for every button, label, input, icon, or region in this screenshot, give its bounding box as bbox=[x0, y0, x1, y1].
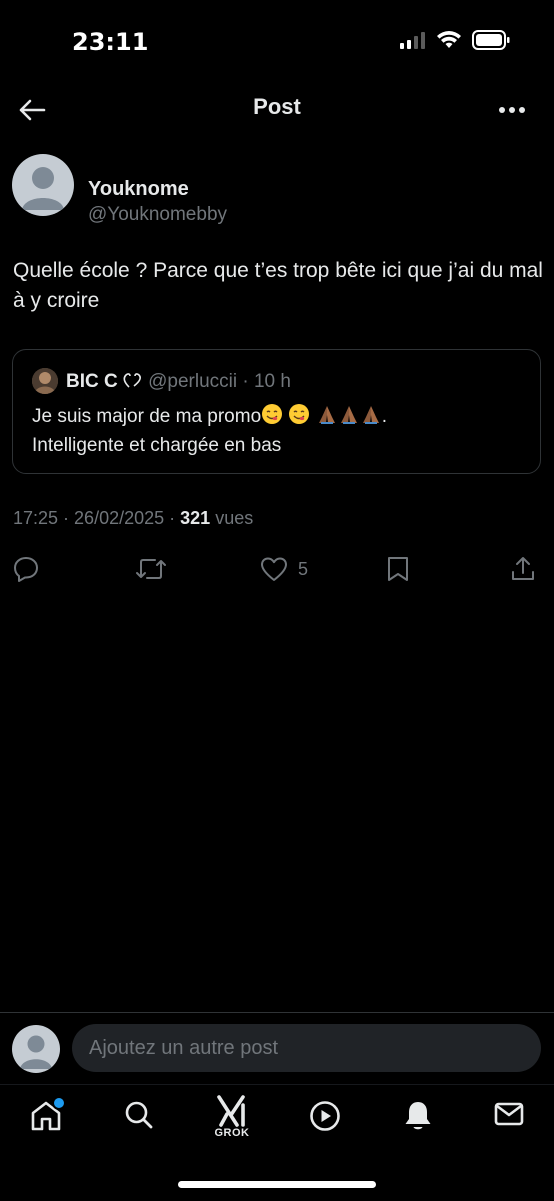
grok-icon bbox=[217, 1095, 245, 1127]
wifi-icon bbox=[437, 31, 461, 48]
author-handle[interactable]: @Youknomebby bbox=[88, 204, 227, 226]
share-icon bbox=[512, 557, 534, 580]
more-horizontal-icon bbox=[499, 107, 525, 113]
tab-messages[interactable] bbox=[486, 1099, 532, 1149]
post-text: Quelle école ? Parce que t’es trop bête … bbox=[13, 259, 543, 312]
page-title: Post bbox=[253, 94, 301, 119]
author-row[interactable]: Youknome @Youknomebby bbox=[12, 154, 542, 225]
bookmark-icon bbox=[388, 557, 408, 581]
bookmark-button[interactable] bbox=[386, 552, 410, 586]
quote-time: · 10 h bbox=[242, 371, 291, 392]
repost-icon bbox=[136, 559, 166, 579]
mail-icon bbox=[494, 1102, 524, 1126]
praying-hands-emoji-icon bbox=[362, 406, 379, 424]
repost-button[interactable] bbox=[135, 552, 167, 586]
more-options-button[interactable] bbox=[494, 92, 530, 128]
reply-icon bbox=[14, 557, 38, 582]
hearts-emoji-icon bbox=[123, 373, 141, 388]
current-user-avatar[interactable] bbox=[12, 1025, 60, 1073]
reply-button[interactable] bbox=[12, 552, 40, 586]
home-indicator[interactable] bbox=[178, 1181, 376, 1188]
signal-icon bbox=[400, 32, 425, 49]
yum-face-emoji-icon bbox=[289, 404, 310, 424]
reply-bar bbox=[0, 1012, 554, 1085]
quote-author-name: BIC C bbox=[66, 371, 122, 392]
tab-video[interactable] bbox=[302, 1099, 348, 1149]
header: Post bbox=[0, 82, 554, 138]
tab-grok[interactable]: GROK bbox=[209, 1095, 255, 1145]
post-date: 26/02/2025 bbox=[74, 508, 165, 528]
quote-author-handle: @perluccii bbox=[148, 371, 238, 392]
battery-icon bbox=[472, 30, 510, 50]
praying-hands-emoji-icon bbox=[340, 406, 357, 424]
quote-text-line1: Je suis major de ma promo bbox=[32, 406, 262, 427]
grok-label: GROK bbox=[214, 1127, 250, 1139]
profile-photo-icon bbox=[32, 368, 58, 394]
reply-input[interactable] bbox=[72, 1024, 541, 1072]
author-name[interactable]: Youknome bbox=[88, 178, 189, 201]
quoted-post[interactable]: BIC C @perluccii · 10 h Je suis major de… bbox=[12, 349, 541, 474]
heart-icon bbox=[261, 557, 287, 581]
quote-avatar bbox=[32, 368, 58, 394]
quote-text-line2: Intelligente et chargée en bas bbox=[32, 435, 282, 456]
quote-text: Je suis major de ma promo . Intelligente… bbox=[32, 402, 527, 460]
like-button[interactable]: 5 bbox=[260, 552, 308, 586]
back-button[interactable] bbox=[14, 92, 50, 128]
views-count[interactable]: 321 bbox=[180, 508, 210, 528]
share-button[interactable] bbox=[510, 552, 536, 586]
quote-text-line1-end: . bbox=[381, 406, 387, 427]
post-actions: 5 bbox=[0, 552, 554, 588]
quote-header: BIC C @perluccii · 10 h bbox=[66, 370, 291, 393]
default-avatar-icon bbox=[20, 1035, 52, 1069]
post-meta: 17:25 · 26/02/2025 · 321 vues bbox=[13, 508, 254, 528]
status-time: 23:11 bbox=[72, 28, 149, 56]
search-icon bbox=[125, 1101, 153, 1129]
status-icons bbox=[400, 30, 510, 50]
default-avatar-icon bbox=[22, 167, 64, 210]
tab-notifications[interactable] bbox=[395, 1099, 441, 1149]
praying-hands-emoji-icon bbox=[318, 406, 335, 424]
tab-search[interactable] bbox=[116, 1099, 162, 1149]
play-circle-icon bbox=[310, 1101, 340, 1131]
post-time: 17:25 bbox=[13, 508, 59, 528]
status-bar: 23:11 bbox=[0, 0, 554, 82]
yum-face-emoji-icon bbox=[262, 404, 283, 424]
views-label[interactable]: vues bbox=[215, 508, 253, 528]
notification-dot bbox=[52, 1096, 66, 1110]
avatar[interactable] bbox=[12, 154, 74, 216]
bell-icon bbox=[405, 1102, 431, 1130]
like-count: 5 bbox=[298, 558, 309, 579]
arrow-left-icon bbox=[19, 99, 46, 121]
